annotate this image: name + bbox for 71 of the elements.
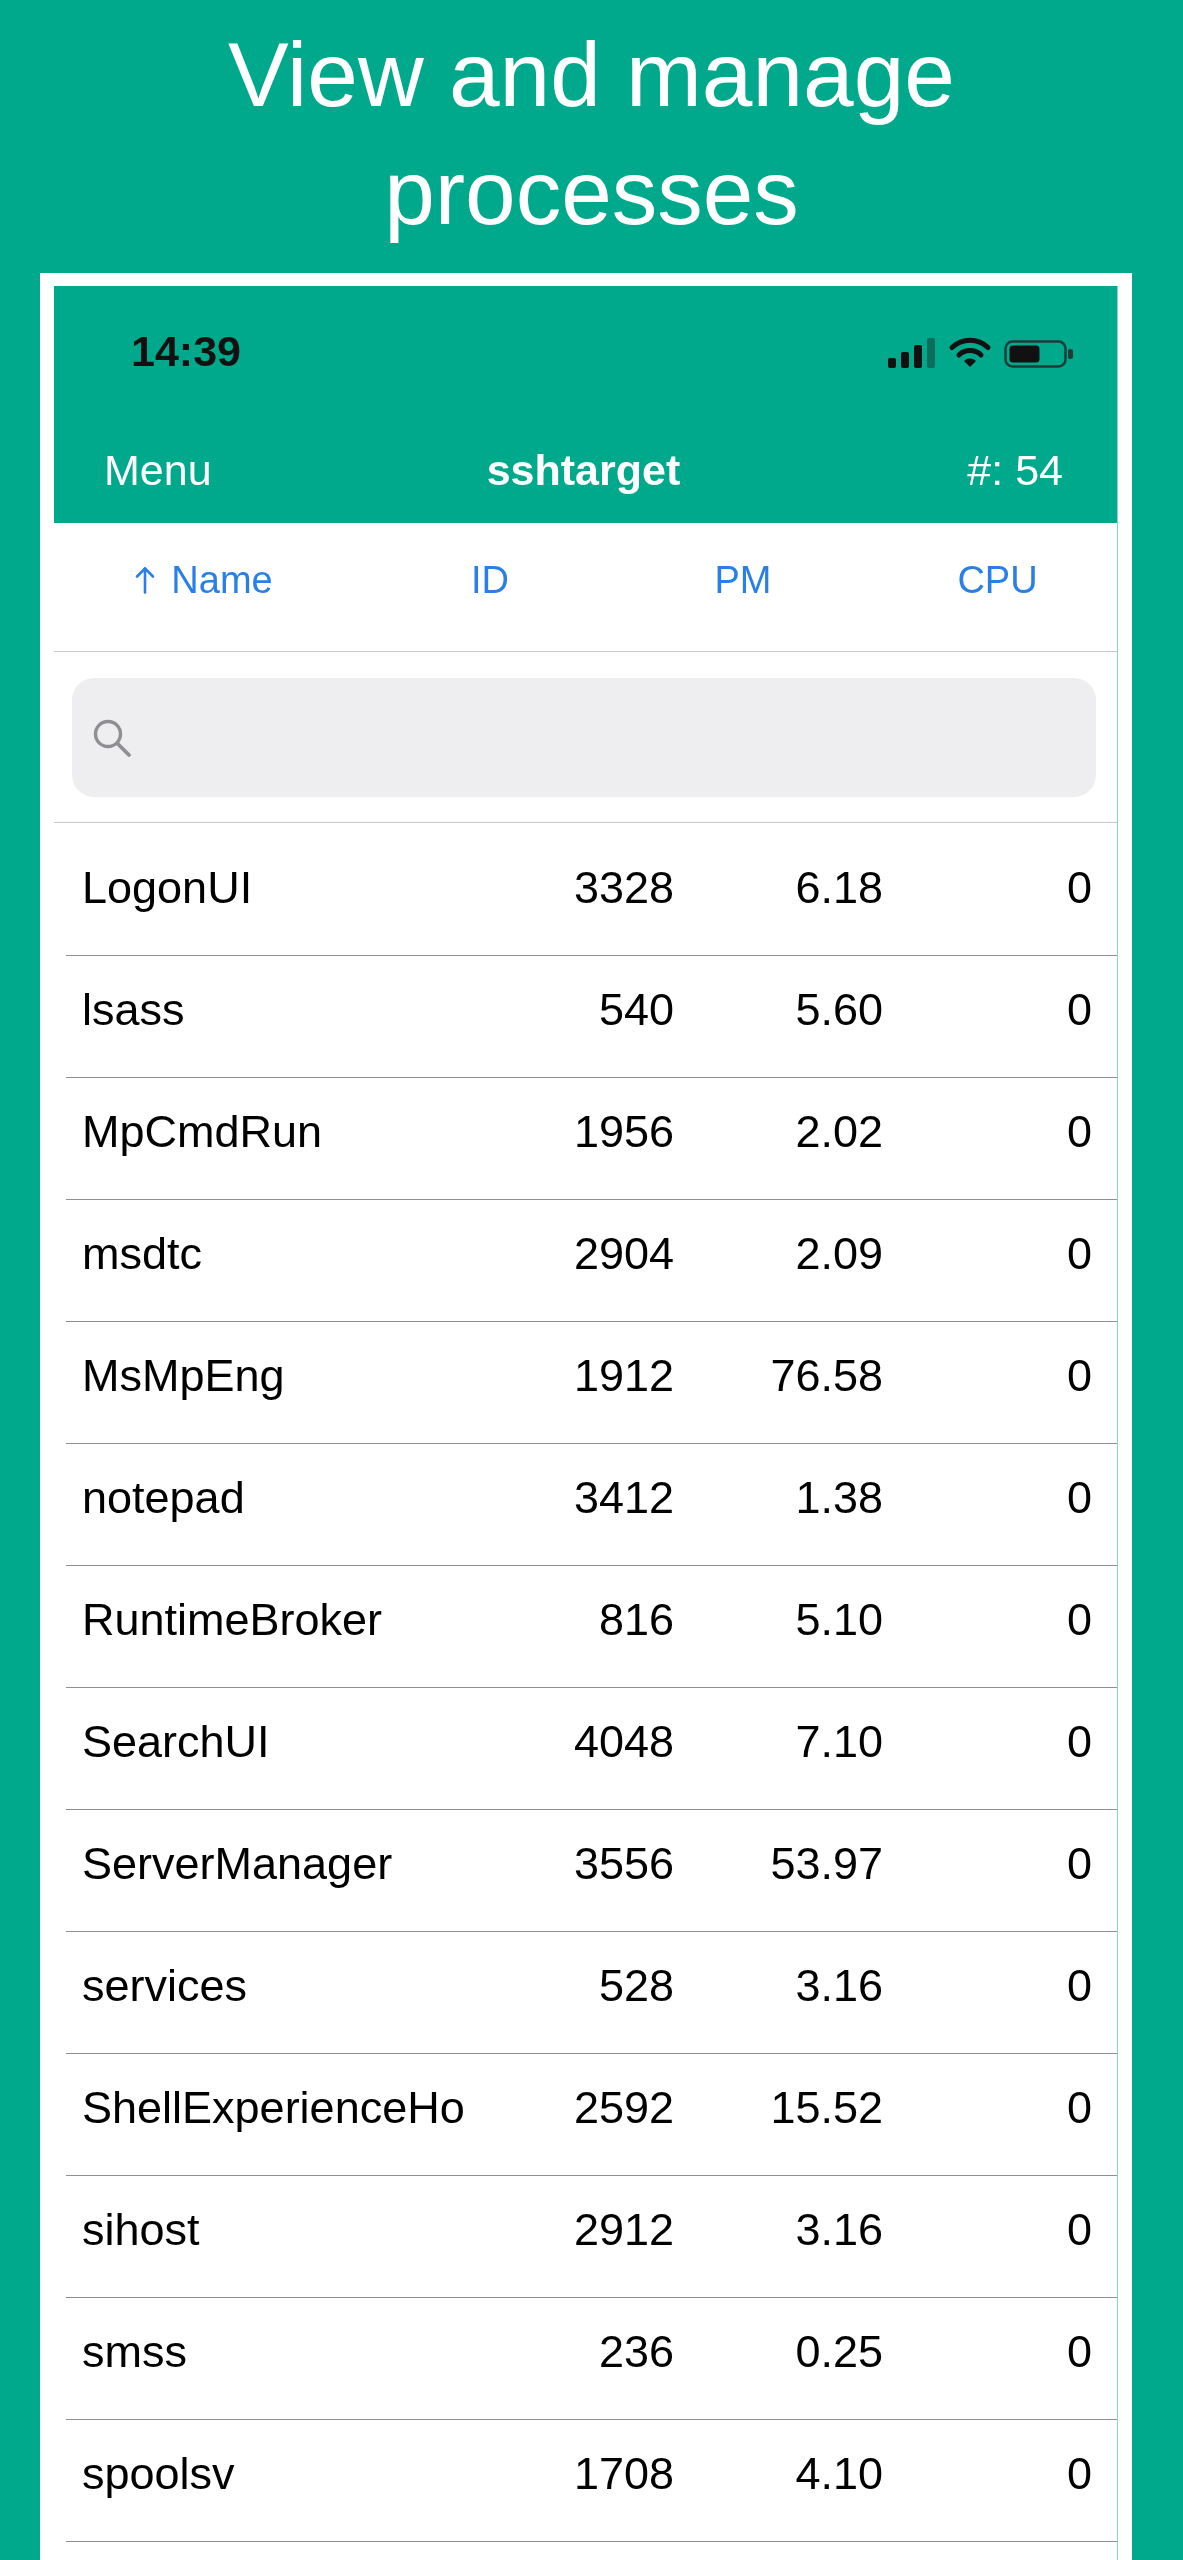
signal-icon: [888, 336, 936, 368]
menu-button[interactable]: Menu: [104, 445, 212, 496]
cpu-cell: 0: [1066, 1475, 1092, 1521]
promo-title: View and manage processes: [227, 23, 956, 245]
search-field[interactable]: [72, 678, 1096, 797]
memory-cell: 5.60: [795, 987, 883, 1033]
screen-title: sshtarget: [486, 445, 681, 496]
process-id-cell: 540: [598, 987, 674, 1033]
process-id-cell: 1912: [573, 1353, 674, 1399]
process-name-cell: smss: [82, 2329, 187, 2375]
cpu-cell: 0: [1066, 1231, 1092, 1277]
cpu-cell: 0: [1066, 2451, 1092, 2497]
process-name-cell: services: [82, 1963, 248, 2009]
memory-cell: 5.10: [795, 1597, 883, 1643]
process-name-cell: SearchUI: [82, 1719, 270, 1765]
memory-cell: 76.58: [770, 1353, 883, 1399]
process-id-cell: 236: [598, 2329, 674, 2375]
column-header[interactable]: ID: [471, 558, 509, 602]
process-id-cell: 528: [598, 1963, 674, 2009]
cpu-cell: 0: [1066, 2329, 1092, 2375]
process-name-cell: sihost: [82, 2207, 200, 2253]
search-icon: [92, 718, 132, 757]
memory-cell: 2.09: [795, 1231, 883, 1277]
column-header[interactable]: Name: [135, 558, 273, 602]
process-id-cell: 2912: [573, 2207, 674, 2253]
memory-cell: 15.52: [770, 2085, 883, 2131]
column-header[interactable]: CPU: [957, 558, 1038, 602]
process-id-cell: 1956: [573, 1109, 674, 1155]
memory-cell: 6.18: [795, 865, 883, 911]
process-id-cell: 3556: [573, 1841, 674, 1887]
memory-cell: 2.02: [795, 1109, 883, 1155]
memory-cell: 0.25: [795, 2329, 883, 2375]
process-id-cell: 4048: [573, 1719, 674, 1765]
process-id-cell: 2904: [573, 1231, 674, 1277]
cpu-cell: 0: [1066, 1109, 1092, 1155]
battery-icon: [1004, 340, 1074, 368]
cpu-cell: 0: [1066, 2207, 1092, 2253]
process-name-cell: RuntimeBroker: [82, 1597, 383, 1643]
process-id-cell: 1708: [573, 2451, 674, 2497]
process-name-cell: LogonUI: [82, 865, 253, 911]
wifi-icon: [948, 336, 992, 368]
cpu-cell: 0: [1066, 865, 1092, 911]
process-name-cell: ServerManager: [82, 1841, 393, 1887]
cpu-cell: 0: [1066, 987, 1092, 1033]
process-name-cell: MpCmdRun: [82, 1109, 323, 1155]
status-time: 14:39: [131, 328, 241, 376]
process-name-cell: lsass: [82, 987, 185, 1033]
process-name-cell: notepad: [82, 1475, 245, 1521]
memory-cell: 7.10: [795, 1719, 883, 1765]
memory-cell: 3.16: [795, 1963, 883, 2009]
process-id-cell: 2592: [573, 2085, 674, 2131]
memory-cell: 53.97: [770, 1841, 883, 1887]
process-id-cell: 3412: [573, 1475, 674, 1521]
memory-cell: 4.10: [795, 2451, 883, 2497]
cpu-cell: 0: [1066, 2085, 1092, 2131]
up-arrow-icon: [135, 566, 156, 594]
memory-cell: 1.38: [795, 1475, 883, 1521]
process-name-cell: msdtc: [82, 1231, 202, 1277]
cpu-cell: 0: [1066, 1353, 1092, 1399]
process-name-cell: spoolsv: [82, 2451, 235, 2497]
column-header[interactable]: PM: [714, 558, 772, 602]
process-name-cell: MsMpEng: [82, 1353, 285, 1399]
process-count: #: 54: [967, 445, 1063, 496]
process-name-cell: ShellExperienceHo: [82, 2085, 465, 2131]
cpu-cell: 0: [1066, 1719, 1092, 1765]
process-id-cell: 816: [598, 1597, 674, 1643]
cpu-cell: 0: [1066, 1963, 1092, 2009]
process-id-cell: 3328: [573, 865, 674, 911]
memory-cell: 3.16: [795, 2207, 883, 2253]
cpu-cell: 0: [1066, 1841, 1092, 1887]
cpu-cell: 0: [1066, 1597, 1092, 1643]
